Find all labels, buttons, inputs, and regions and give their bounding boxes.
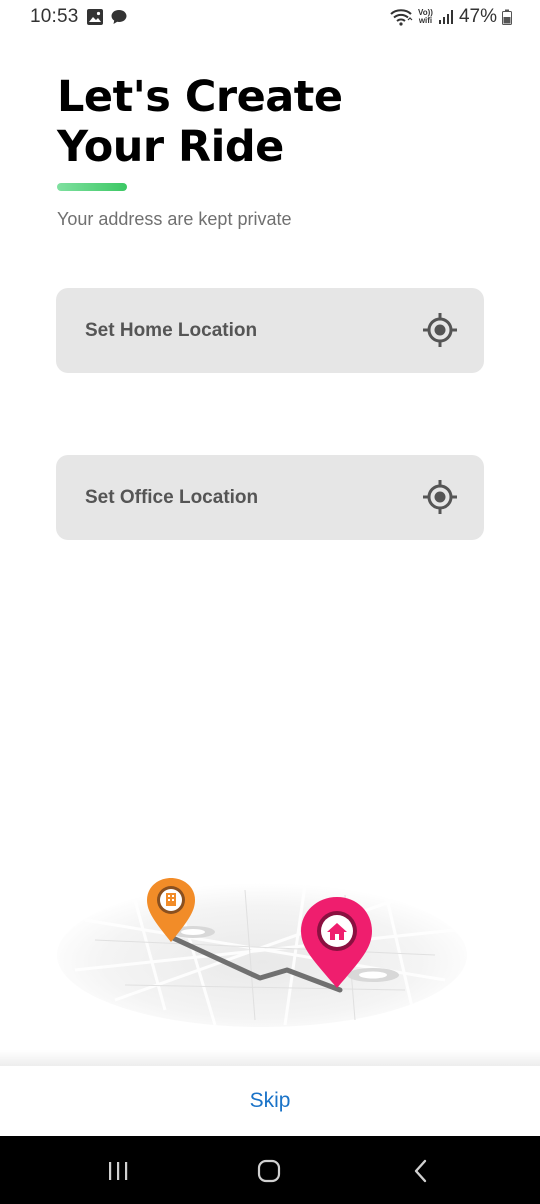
set-office-location-button[interactable]: Set Office Location	[56, 455, 484, 540]
page-title: Let's Create Your Ride	[57, 72, 343, 172]
crosshair-target-icon[interactable]	[422, 479, 458, 515]
back-button[interactable]	[401, 1156, 441, 1186]
recents-icon	[109, 1162, 128, 1180]
page-title-line-1: Let's Create	[57, 72, 343, 122]
set-home-location-button[interactable]: Set Home Location	[56, 288, 484, 373]
battery-icon	[502, 9, 512, 25]
title-accent-bar	[57, 183, 127, 191]
status-time: 10:53	[30, 6, 79, 27]
battery-percent: 47%	[458, 6, 497, 27]
office-location-label: Set Office Location	[85, 487, 259, 508]
back-chevron-icon	[414, 1159, 427, 1183]
skip-button[interactable]: Skip	[0, 1066, 540, 1136]
status-notification-icons	[86, 8, 128, 26]
status-bar: 10:53 Vo)) wifi 47%	[0, 0, 540, 36]
bottom-panel-shadow	[0, 1050, 540, 1066]
home-location-label: Set Home Location	[85, 320, 258, 341]
page-title-line-2: Your Ride	[57, 122, 284, 172]
route-map-illustration	[57, 878, 467, 1027]
crosshair-target-icon[interactable]	[422, 312, 458, 348]
volte-wifi-label: Vo)) wifi	[418, 8, 433, 25]
signal-bars-icon	[438, 10, 453, 24]
image-icon	[87, 9, 103, 25]
chat-bubble-icon	[111, 10, 127, 24]
recents-button[interactable]	[98, 1156, 138, 1186]
wifi-icon	[390, 9, 413, 26]
privacy-subtitle: Your address are kept private	[57, 209, 292, 229]
status-system-icons: Vo)) wifi 47%	[389, 6, 512, 28]
system-navigation-bar	[0, 1136, 540, 1204]
home-circle-icon	[257, 1159, 281, 1183]
home-button[interactable]	[249, 1156, 289, 1186]
